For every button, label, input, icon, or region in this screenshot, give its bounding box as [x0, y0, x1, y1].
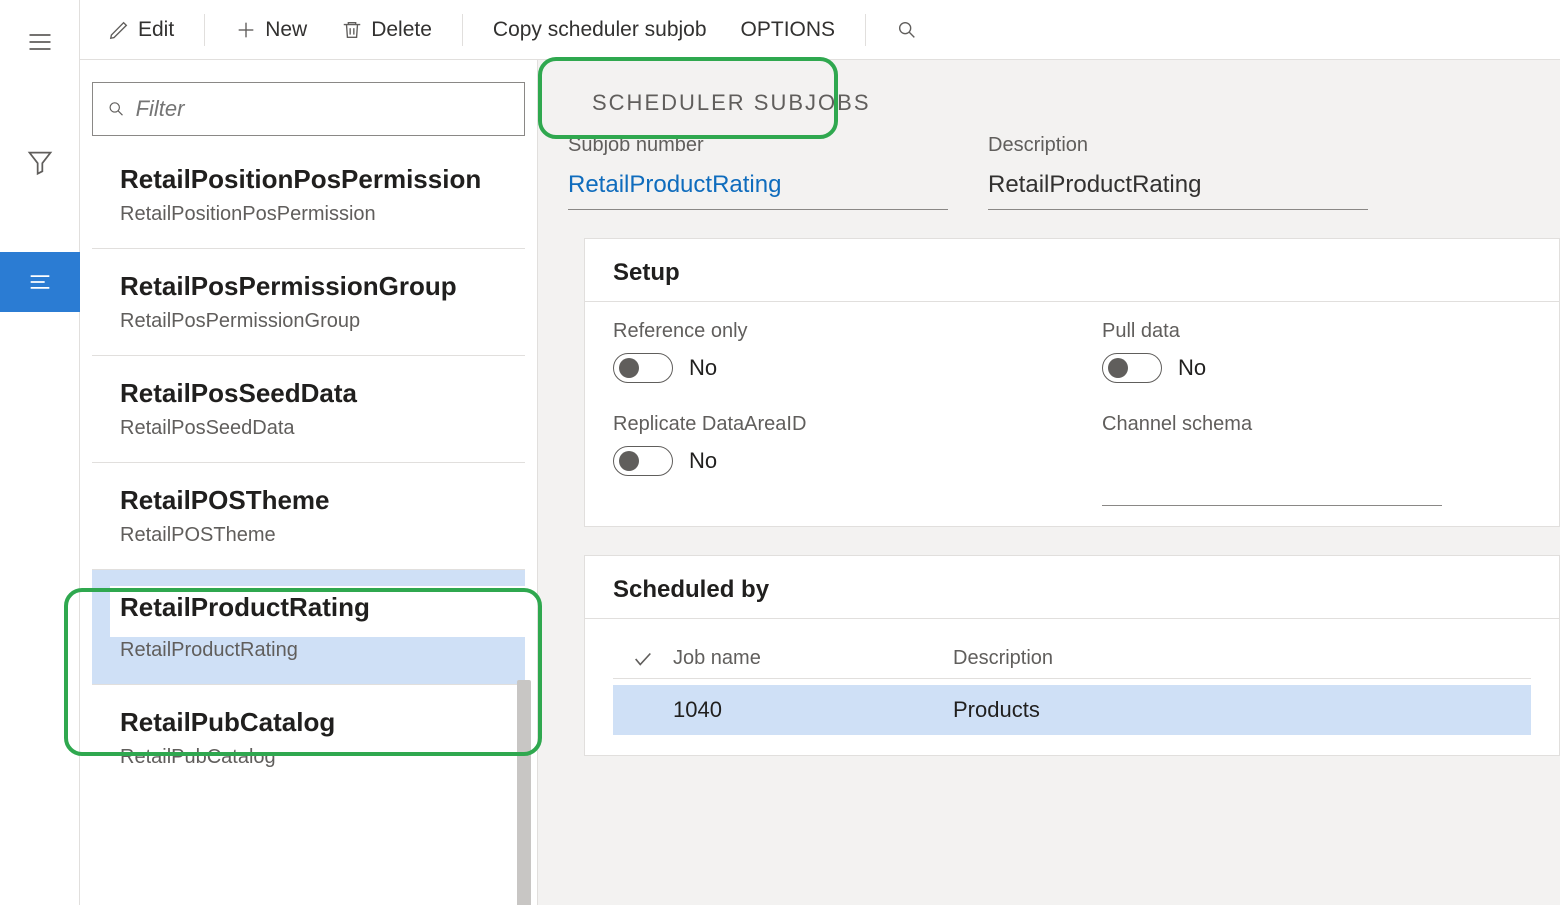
toggle-value: No [1178, 355, 1206, 381]
description-field: Description RetailProductRating [988, 134, 1368, 210]
list-item-title: RetailPosPermissionGroup [120, 271, 509, 302]
subjob-number-field: Subjob number RetailProductRating [568, 134, 948, 210]
scheduled-by-title: Scheduled by [613, 576, 1531, 604]
options-label: OPTIONS [741, 18, 836, 42]
funnel-icon [26, 148, 54, 176]
table-header: Job name Description [613, 639, 1531, 679]
new-button[interactable]: New [227, 14, 315, 46]
toggle-value: No [689, 355, 717, 381]
list-item[interactable]: RetailPosPermissionGroup RetailPosPermis… [92, 249, 525, 356]
subjob-list-panel: RetailPositionPosPermission RetailPositi… [80, 60, 538, 905]
list-nav-button[interactable] [0, 252, 80, 312]
list-item[interactable]: RetailPubCatalog RetailPubCatalog [92, 685, 525, 791]
nav-rail [0, 0, 80, 905]
replicate-field: Replicate DataAreaID No [613, 413, 1042, 506]
field-label: Replicate DataAreaID [613, 413, 1042, 436]
reference-only-toggle[interactable] [613, 353, 673, 383]
scheduled-by-table: Job name Description 1040 Products [613, 639, 1531, 735]
pull-data-field: Pull data No [1102, 320, 1531, 383]
channel-schema-field: Channel schema [1102, 413, 1531, 506]
toolbar-separator [865, 14, 866, 46]
hamburger-button[interactable] [0, 12, 80, 72]
setup-title: Setup [613, 259, 1531, 287]
select-all-checkbox[interactable] [613, 648, 673, 670]
subjob-list[interactable]: RetailPositionPosPermission RetailPositi… [92, 142, 525, 905]
field-label: Pull data [1102, 320, 1531, 343]
search-icon [107, 99, 126, 119]
list-item-sub: RetailPubCatalog [120, 746, 509, 769]
pull-data-toggle[interactable] [1102, 353, 1162, 383]
hamburger-icon [26, 28, 54, 56]
filter-nav-button[interactable] [0, 132, 80, 192]
list-item[interactable]: RetailPosSeedData RetailPosSeedData [92, 356, 525, 463]
list-item-title: RetailProductRating [120, 592, 509, 623]
list-item-title: RetailPOSTheme [120, 485, 509, 516]
col-job-name[interactable]: Job name [673, 647, 953, 670]
reference-only-field: Reference only No [613, 320, 1042, 383]
list-lines-icon [26, 268, 54, 296]
field-label: Description [988, 134, 1368, 157]
list-item-sub: RetailPositionPosPermission [120, 203, 509, 226]
list-item-title: RetailPositionPosPermission [120, 164, 509, 195]
divider [585, 618, 1559, 619]
list-item[interactable]: RetailPositionPosPermission RetailPositi… [92, 142, 525, 249]
new-label: New [265, 18, 307, 42]
delete-label: Delete [371, 18, 432, 42]
search-button[interactable] [888, 15, 926, 45]
delete-button[interactable]: Delete [333, 14, 440, 46]
table-row[interactable]: 1040 Products [613, 685, 1531, 735]
list-item-selected[interactable]: RetailProductRating RetailProductRating [92, 570, 525, 685]
col-description[interactable]: Description [953, 647, 1531, 670]
setup-card: Setup Reference only No Pull data [584, 238, 1560, 527]
field-label: Channel schema [1102, 413, 1531, 436]
copy-subjob-button[interactable]: Copy scheduler subjob [485, 14, 715, 46]
toolbar-separator [462, 14, 463, 46]
list-item-sub: RetailPosSeedData [120, 417, 509, 440]
scheduled-by-card: Scheduled by Job name Description 1040 P… [584, 555, 1560, 756]
channel-schema-input[interactable] [1102, 466, 1442, 506]
cell-description: Products [953, 697, 1531, 723]
list-item-title: RetailPubCatalog [120, 707, 509, 738]
detail-panel: SCHEDULER SUBJOBS Subjob number RetailPr… [538, 60, 1560, 905]
replicate-toggle[interactable] [613, 446, 673, 476]
divider [585, 301, 1559, 302]
edit-label: Edit [138, 18, 174, 42]
toggle-value: No [689, 448, 717, 474]
filter-box[interactable] [92, 82, 525, 136]
list-item-sub: RetailProductRating [120, 639, 509, 662]
plus-icon [235, 19, 257, 41]
list-item[interactable]: RetailPOSTheme RetailPOSTheme [92, 463, 525, 570]
page-heading: SCHEDULER SUBJOBS [538, 90, 1560, 116]
subjob-number-value[interactable]: RetailProductRating [568, 165, 948, 210]
toolbar-separator [204, 14, 205, 46]
list-item-title: RetailPosSeedData [120, 378, 509, 409]
filter-input[interactable] [136, 96, 510, 122]
edit-button[interactable]: Edit [100, 14, 182, 46]
check-icon [632, 648, 654, 670]
field-label: Subjob number [568, 134, 948, 157]
search-icon [896, 19, 918, 41]
list-item-sub: RetailPOSTheme [120, 524, 509, 547]
list-item-sub: RetailPosPermissionGroup [120, 310, 509, 333]
description-value[interactable]: RetailProductRating [988, 165, 1368, 210]
copy-subjob-label: Copy scheduler subjob [493, 18, 707, 42]
options-button[interactable]: OPTIONS [733, 14, 844, 46]
cell-job-name: 1040 [673, 697, 953, 723]
trash-icon [341, 19, 363, 41]
pencil-icon [108, 19, 130, 41]
action-toolbar: Edit New Delete Copy scheduler subjob OP… [80, 0, 1560, 60]
scrollbar-thumb[interactable] [517, 680, 531, 905]
field-label: Reference only [613, 320, 1042, 343]
